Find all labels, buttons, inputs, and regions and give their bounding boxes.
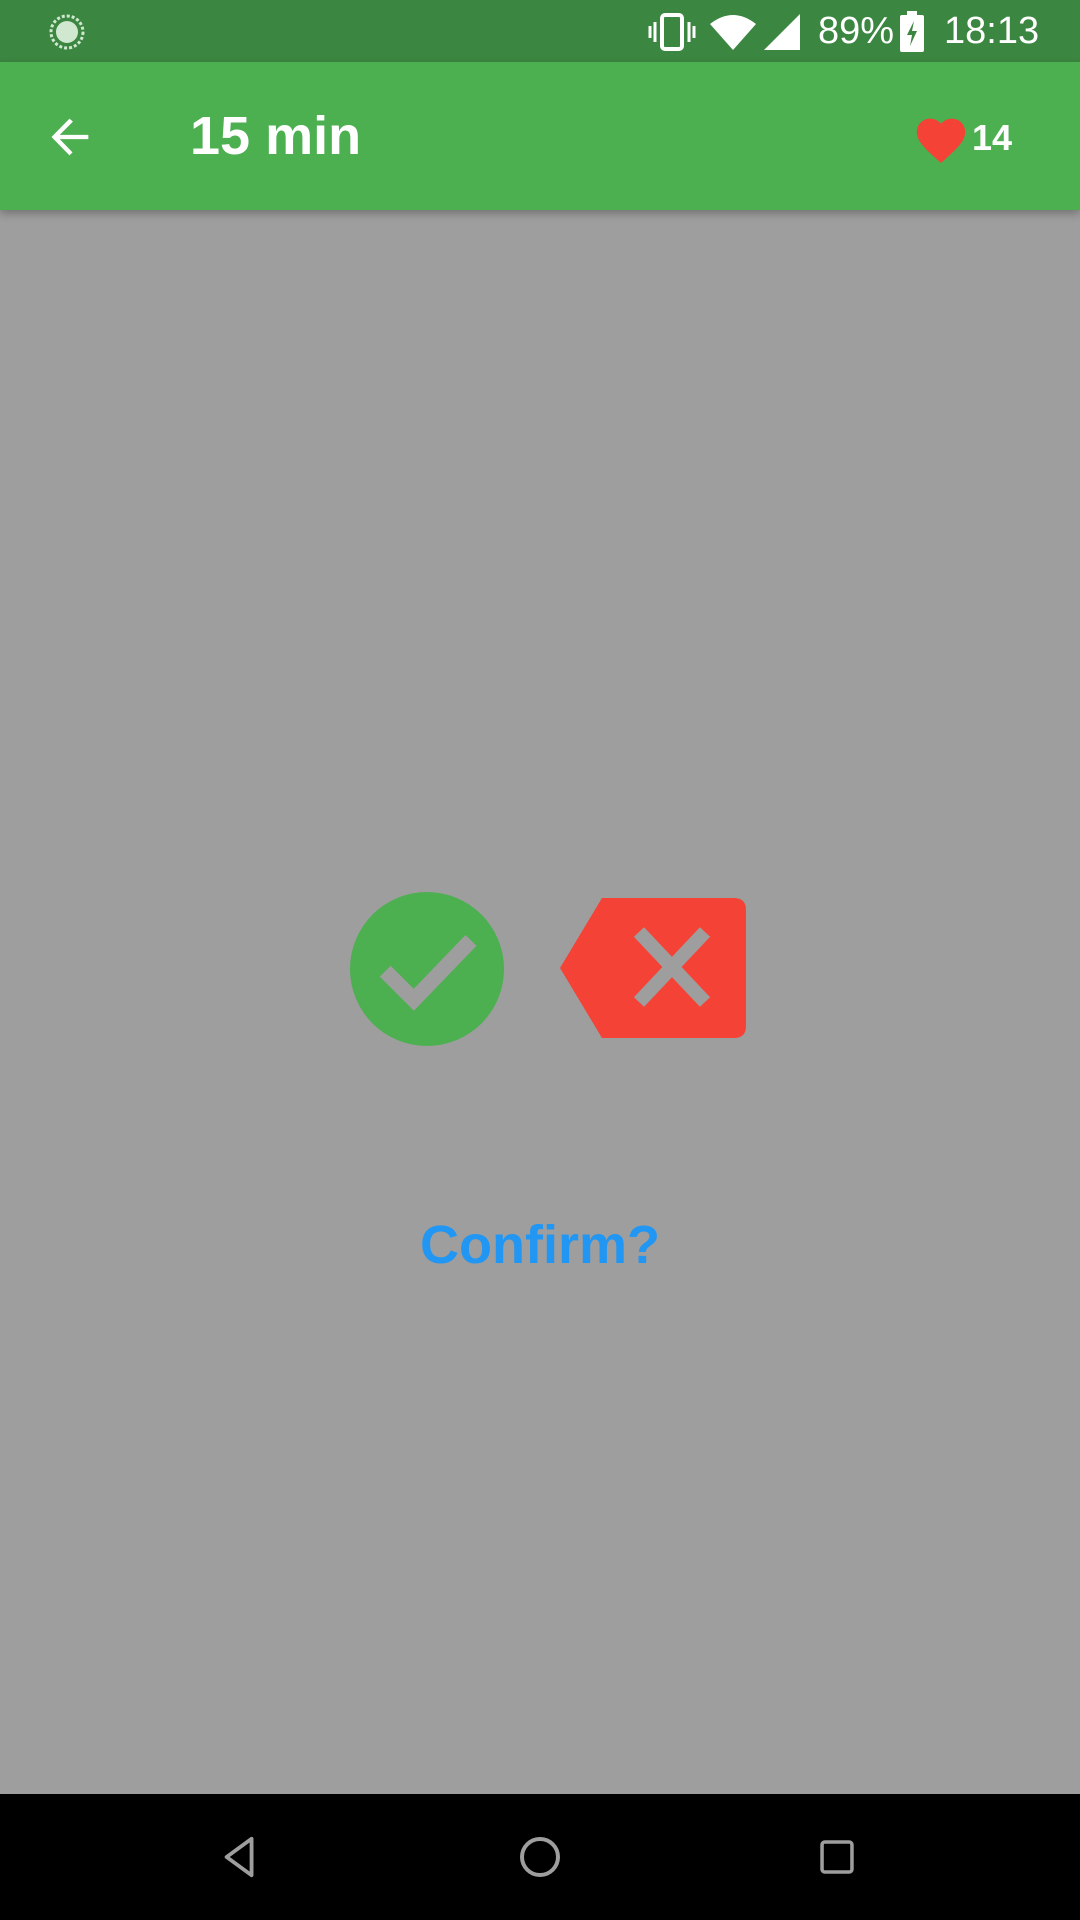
heart-icon	[916, 118, 966, 164]
nav-recents-icon	[820, 1840, 854, 1874]
lives-indicator: 14	[912, 108, 1012, 168]
battery-percent: 89%	[818, 10, 895, 52]
status-bar: 89% 18:13	[0, 0, 1080, 62]
confirm-button[interactable]	[350, 892, 504, 1046]
app-notification-icon	[48, 13, 86, 51]
checkmark-icon	[379, 935, 477, 1011]
page-title: 15 min	[190, 106, 362, 166]
lives-count: 14	[972, 117, 1013, 158]
nav-home-icon	[520, 1837, 560, 1877]
nav-back-button[interactable]	[206, 1822, 276, 1892]
backspace-x-icon	[560, 898, 746, 1038]
back-button[interactable]	[36, 102, 106, 172]
battery-charging-icon	[898, 10, 926, 54]
status-clock: 18:13	[944, 10, 1040, 52]
back-arrow-icon	[51, 118, 89, 156]
app-bar: 15 min 14	[0, 62, 1080, 210]
screen: 89% 18:13 15 min 14 Confirm?	[0, 0, 1080, 1920]
nav-recents-button[interactable]	[802, 1822, 872, 1892]
nav-back-icon	[224, 1836, 254, 1878]
confirm-prompt: Confirm?	[420, 1215, 660, 1275]
navigation-bar	[0, 1794, 1080, 1920]
cancel-button[interactable]	[560, 898, 746, 1038]
confirm-dialog: Confirm?	[0, 210, 1080, 1794]
cell-signal-icon	[762, 12, 802, 52]
wifi-icon	[708, 12, 758, 52]
nav-home-button[interactable]	[505, 1822, 575, 1892]
vibrate-icon	[648, 12, 696, 52]
